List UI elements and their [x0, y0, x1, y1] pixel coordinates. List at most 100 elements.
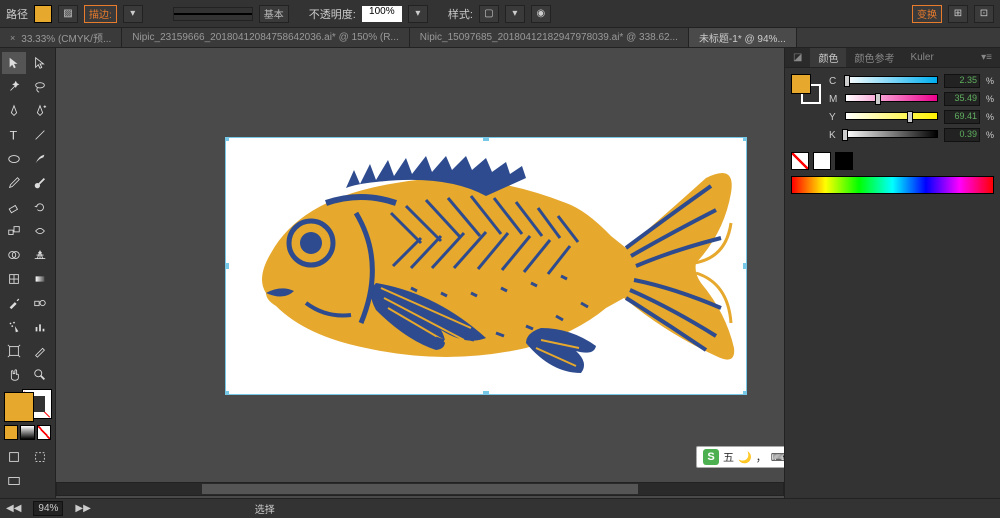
- y-slider[interactable]: [845, 112, 938, 122]
- lasso-tool[interactable]: [28, 76, 52, 98]
- document-tab-1[interactable]: Nipic_23159666_20180412084758642036.ai* …: [122, 28, 409, 47]
- status-mode: 选择: [255, 501, 275, 516]
- panel-tab-kuler[interactable]: Kuler: [902, 48, 941, 67]
- y-value[interactable]: 69.41: [944, 110, 980, 124]
- main-area: T: [0, 48, 1000, 498]
- k-slider[interactable]: [845, 130, 938, 140]
- spectrum-picker[interactable]: [791, 176, 994, 194]
- fish-artwork[interactable]: [226, 138, 746, 394]
- draw-behind[interactable]: [28, 446, 52, 468]
- hand-tool[interactable]: [2, 364, 26, 386]
- panel-menu-icon[interactable]: ▾≡: [973, 48, 1000, 67]
- perspective-grid-tool[interactable]: [28, 244, 52, 266]
- screen-mode[interactable]: [2, 470, 26, 492]
- pencil-tool[interactable]: [2, 172, 26, 194]
- fill-box[interactable]: [4, 392, 34, 422]
- blob-brush-tool[interactable]: [28, 172, 52, 194]
- panel-tab-color[interactable]: 颜色: [810, 48, 846, 67]
- paintbrush-tool[interactable]: [28, 148, 52, 170]
- fill-swatch[interactable]: [34, 5, 52, 23]
- white-swatch[interactable]: [813, 152, 831, 170]
- gradient-tool[interactable]: [28, 268, 52, 290]
- opacity-dropdown[interactable]: ▾: [408, 5, 428, 23]
- m-value[interactable]: 35.49: [944, 92, 980, 106]
- direct-selection-tool[interactable]: [28, 52, 52, 74]
- recolor-icon[interactable]: ◉: [531, 5, 551, 23]
- zoom-tool[interactable]: [28, 364, 52, 386]
- path-label: 路径: [6, 6, 28, 22]
- selection-tool[interactable]: [2, 52, 26, 74]
- horizontal-scrollbar[interactable]: [56, 482, 784, 496]
- brush-definition[interactable]: [173, 7, 253, 21]
- moon-icon[interactable]: 🌙: [738, 451, 752, 464]
- fill-stroke-control[interactable]: [4, 392, 52, 419]
- zoom-level[interactable]: 94%: [33, 501, 63, 516]
- stroke-style[interactable]: 基本: [259, 5, 289, 23]
- panel-fill-box[interactable]: [791, 74, 811, 94]
- c-slider[interactable]: [845, 76, 938, 86]
- ime-toolbar[interactable]: S 五 🌙 ， ⌨: [696, 446, 784, 468]
- panel-tab-colorguide-icon[interactable]: ◪: [785, 48, 810, 67]
- mesh-tool[interactable]: [2, 268, 26, 290]
- column-graph-tool[interactable]: [28, 316, 52, 338]
- add-anchor-tool[interactable]: [28, 100, 52, 122]
- gradient-chip[interactable]: [20, 425, 34, 440]
- ime-mode[interactable]: 五: [723, 449, 734, 465]
- style-swatch[interactable]: ▢: [479, 5, 499, 23]
- scale-tool[interactable]: [2, 220, 26, 242]
- line-tool[interactable]: [28, 124, 52, 146]
- nav-next-icon[interactable]: ▶▶: [75, 503, 90, 514]
- nav-prev-icon[interactable]: ◀◀: [6, 503, 21, 514]
- none-swatch[interactable]: [791, 152, 809, 170]
- draw-normal[interactable]: [2, 446, 26, 468]
- panel-tab-colorguide[interactable]: 颜色参考: [846, 48, 902, 67]
- shape-builder-tool[interactable]: [2, 244, 26, 266]
- stroke-label[interactable]: 描边:: [84, 5, 117, 23]
- panel-bw-swatches: [791, 152, 994, 170]
- align-icon[interactable]: ⊞: [948, 5, 968, 23]
- opacity-input[interactable]: 100%: [362, 6, 402, 22]
- c-value[interactable]: 2.35: [944, 74, 980, 88]
- black-swatch[interactable]: [835, 152, 853, 170]
- document-tab-3[interactable]: 未标题-1* @ 94%...: [689, 28, 797, 47]
- stroke-swatch[interactable]: ▨: [58, 5, 78, 23]
- document-tabs: ×33.33% (CMYK/预... Nipic_23159666_201804…: [0, 28, 1000, 48]
- isolate-icon[interactable]: ⊡: [974, 5, 994, 23]
- width-tool[interactable]: [28, 220, 52, 242]
- style-dropdown[interactable]: ▾: [505, 5, 525, 23]
- document-tab-0[interactable]: ×33.33% (CMYK/预...: [0, 28, 122, 47]
- close-icon[interactable]: ×: [10, 33, 15, 43]
- slice-tool[interactable]: [28, 340, 52, 362]
- ellipse-tool[interactable]: [2, 148, 26, 170]
- artboard-tool[interactable]: [2, 340, 26, 362]
- magic-wand-tool[interactable]: [2, 76, 26, 98]
- svg-text:T: T: [10, 128, 18, 142]
- type-tool[interactable]: T: [2, 124, 26, 146]
- m-slider[interactable]: [845, 94, 938, 104]
- eyedropper-tool[interactable]: [2, 292, 26, 314]
- c-label: C: [829, 76, 839, 87]
- artboard: [226, 138, 746, 394]
- canvas[interactable]: S 五 🌙 ， ⌨: [56, 48, 784, 498]
- punct-icon[interactable]: ，: [756, 449, 767, 465]
- stroke-weight-dropdown[interactable]: ▾: [123, 5, 143, 23]
- color-chip[interactable]: [4, 425, 18, 440]
- style-label: 样式:: [448, 6, 473, 22]
- opacity-label: 不透明度:: [309, 6, 356, 22]
- cmyk-y-row: Y 69.41%: [829, 110, 994, 124]
- none-chip[interactable]: [37, 425, 51, 440]
- color-mode-chips: [4, 425, 51, 440]
- cmyk-k-row: K 0.39%: [829, 128, 994, 142]
- toolbox: T: [0, 48, 56, 498]
- document-tab-2[interactable]: Nipic_15097685_20180412182947978039.ai* …: [410, 28, 689, 47]
- panel-fill-stroke[interactable]: [791, 74, 821, 104]
- k-value[interactable]: 0.39: [944, 128, 980, 142]
- keyboard-icon[interactable]: ⌨: [771, 451, 784, 464]
- color-panel: C 2.35% M 35.49% Y 69.41%: [785, 68, 1000, 200]
- transform-link[interactable]: 变换: [912, 5, 942, 23]
- pen-tool[interactable]: [2, 100, 26, 122]
- rotate-tool[interactable]: [28, 196, 52, 218]
- symbol-sprayer-tool[interactable]: [2, 316, 26, 338]
- blend-tool[interactable]: [28, 292, 52, 314]
- eraser-tool[interactable]: [2, 196, 26, 218]
